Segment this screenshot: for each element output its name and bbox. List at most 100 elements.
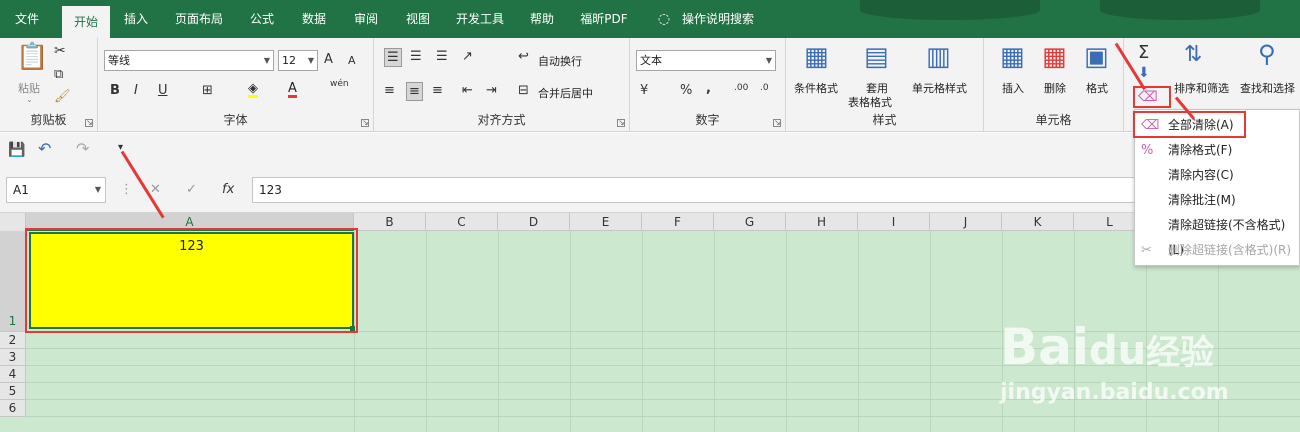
decrease-decimal-icon[interactable]: .0 — [760, 84, 769, 93]
number-format-select[interactable]: 文本 ▼ — [636, 50, 776, 71]
tab-review[interactable]: 审阅 — [344, 0, 388, 38]
align-left-icon[interactable]: ≡ — [384, 84, 395, 97]
format-as-table-icon[interactable]: ▤ — [864, 44, 889, 70]
lightbulb-icon: ◌ — [657, 11, 671, 27]
row-header[interactable]: 4 — [0, 366, 26, 383]
underline-button[interactable]: U — [158, 84, 168, 97]
cancel-icon[interactable]: ✕ — [150, 183, 161, 196]
align-center-icon[interactable]: ≡ — [406, 82, 423, 101]
watermark-logo: Baidu经验 — [1000, 318, 1214, 376]
tab-data[interactable]: 数据 — [292, 0, 336, 38]
tab-home[interactable]: 开始 — [62, 6, 110, 38]
save-icon[interactable]: 💾 — [8, 143, 25, 157]
borders-icon[interactable]: ⊞ — [202, 84, 213, 97]
grow-font-icon[interactable]: A — [324, 53, 333, 66]
tab-page-layout[interactable]: 页面布局 — [166, 0, 232, 38]
search-icon[interactable]: ⚲ — [1258, 42, 1276, 66]
annotation-box-clear-button — [1133, 86, 1171, 108]
tab-view[interactable]: 视图 — [396, 0, 440, 38]
name-box[interactable]: A1 ▼ — [6, 177, 106, 203]
wrap-text-icon[interactable]: ↩ — [518, 50, 529, 63]
row-header[interactable]: 1 — [0, 231, 26, 332]
menu-item-clear-hyperlinks[interactable]: 清除超链接(不含格式)(L) — [1135, 213, 1300, 257]
enter-icon[interactable]: ✓ — [186, 183, 197, 196]
sort-filter-button[interactable]: 排序和筛选 — [1174, 80, 1229, 96]
merge-center-icon[interactable]: ⊟ — [518, 84, 529, 97]
undo-icon[interactable]: ↶ — [38, 141, 51, 157]
insert-button[interactable]: 插入 — [1002, 80, 1024, 96]
sort-filter-icon[interactable]: ⇅ — [1184, 44, 1202, 66]
cut-icon[interactable]: ✂ — [54, 44, 66, 58]
font-color-icon[interactable]: A — [288, 82, 297, 98]
tab-formulas[interactable]: 公式 — [240, 0, 284, 38]
tell-me-search[interactable]: 操作说明搜索 — [676, 0, 760, 38]
format-button[interactable]: 格式 — [1086, 80, 1108, 96]
decrease-indent-icon[interactable]: ⇤ — [462, 84, 473, 97]
menu-item-clear-contents[interactable]: 清除内容(C) — [1135, 163, 1300, 188]
column-header[interactable]: H — [786, 213, 858, 231]
delete-button[interactable]: 删除 — [1044, 80, 1066, 96]
column-header[interactable]: K — [1002, 213, 1074, 231]
cell-styles-icon[interactable]: ▥ — [926, 44, 951, 70]
bold-button[interactable]: B — [110, 84, 120, 97]
column-header[interactable]: J — [930, 213, 1002, 231]
align-right-icon[interactable]: ≡ — [432, 84, 443, 97]
tab-foxit-pdf[interactable]: 福昕PDF — [572, 0, 636, 38]
cell-styles-button[interactable]: 单元格样式 — [912, 80, 967, 96]
column-header[interactable]: F — [642, 213, 714, 231]
shrink-font-icon[interactable]: A — [348, 55, 356, 66]
italic-button[interactable]: I — [134, 84, 138, 97]
row-header[interactable]: 5 — [0, 383, 26, 400]
column-header[interactable]: B — [354, 213, 426, 231]
currency-icon[interactable]: ¥ — [640, 84, 648, 97]
find-select-button[interactable]: 查找和选择 — [1240, 80, 1295, 96]
column-header[interactable]: E — [570, 213, 642, 231]
dialog-launcher-icon[interactable]: ↘ — [85, 119, 93, 127]
column-header[interactable]: C — [426, 213, 498, 231]
column-header[interactable]: G — [714, 213, 786, 231]
menu-item-clear-comments[interactable]: 清除批注(M) — [1135, 188, 1300, 213]
tab-help[interactable]: 帮助 — [520, 0, 564, 38]
font-name-select[interactable]: 等线 ▼ — [104, 50, 274, 71]
dialog-launcher-icon[interactable]: ↘ — [617, 119, 625, 127]
delete-cells-icon[interactable]: ▦ — [1042, 44, 1067, 70]
copy-icon[interactable]: ⧉ — [54, 68, 63, 81]
chevron-down-icon[interactable]: ⌄ — [26, 96, 33, 104]
align-middle-icon[interactable]: ☰ — [410, 50, 422, 63]
format-as-table-line2[interactable]: 表格格式 — [848, 94, 892, 110]
dialog-launcher-icon[interactable]: ↘ — [361, 119, 369, 127]
insert-function-icon[interactable]: fx — [222, 183, 234, 196]
fill-color-icon[interactable]: ◈ — [248, 82, 258, 98]
orientation-icon[interactable]: ↗ — [462, 50, 473, 63]
align-top-icon[interactable]: ☰ — [384, 48, 402, 67]
conditional-format-button[interactable]: 条件格式 — [794, 80, 838, 96]
wrap-text-button[interactable]: 自动换行 — [538, 53, 582, 69]
row-header[interactable]: 3 — [0, 349, 26, 366]
increase-indent-icon[interactable]: ⇥ — [486, 84, 497, 97]
font-size-select[interactable]: 12 ▼ — [278, 50, 318, 71]
row-header[interactable]: 2 — [0, 332, 26, 349]
merge-center-button[interactable]: 合并后居中 — [538, 85, 593, 101]
menu-item-clear-formats[interactable]: % 清除格式(F) — [1135, 138, 1300, 163]
increase-decimal-icon[interactable]: .00 — [734, 84, 748, 93]
align-bottom-icon[interactable]: ☰ — [436, 50, 448, 63]
tab-file[interactable]: 文件 — [0, 0, 54, 38]
tab-insert[interactable]: 插入 — [114, 0, 158, 38]
phonetic-icon[interactable]: wén — [330, 80, 349, 89]
column-header[interactable]: D — [498, 213, 570, 231]
conditional-format-icon[interactable]: ▦ — [804, 44, 829, 70]
tab-developer[interactable]: 开发工具 — [448, 0, 512, 38]
paste-button[interactable]: 粘贴 — [18, 80, 40, 96]
redo-icon[interactable]: ↷ — [76, 141, 89, 157]
insert-cells-icon[interactable]: ▦ — [1000, 44, 1025, 70]
dialog-launcher-icon[interactable]: ↘ — [773, 119, 781, 127]
format-painter-icon[interactable]: 🖌 — [54, 90, 71, 103]
format-cells-icon[interactable]: ▣ — [1084, 44, 1109, 70]
row-header[interactable]: 6 — [0, 400, 26, 417]
autosum-icon[interactable]: Σ — [1138, 44, 1149, 62]
comma-style-icon[interactable]: , — [706, 82, 711, 95]
column-header[interactable]: I — [858, 213, 930, 231]
percent-icon[interactable]: % — [680, 84, 692, 97]
paste-icon[interactable]: 📋 — [16, 44, 48, 70]
select-all-corner[interactable] — [0, 213, 26, 231]
